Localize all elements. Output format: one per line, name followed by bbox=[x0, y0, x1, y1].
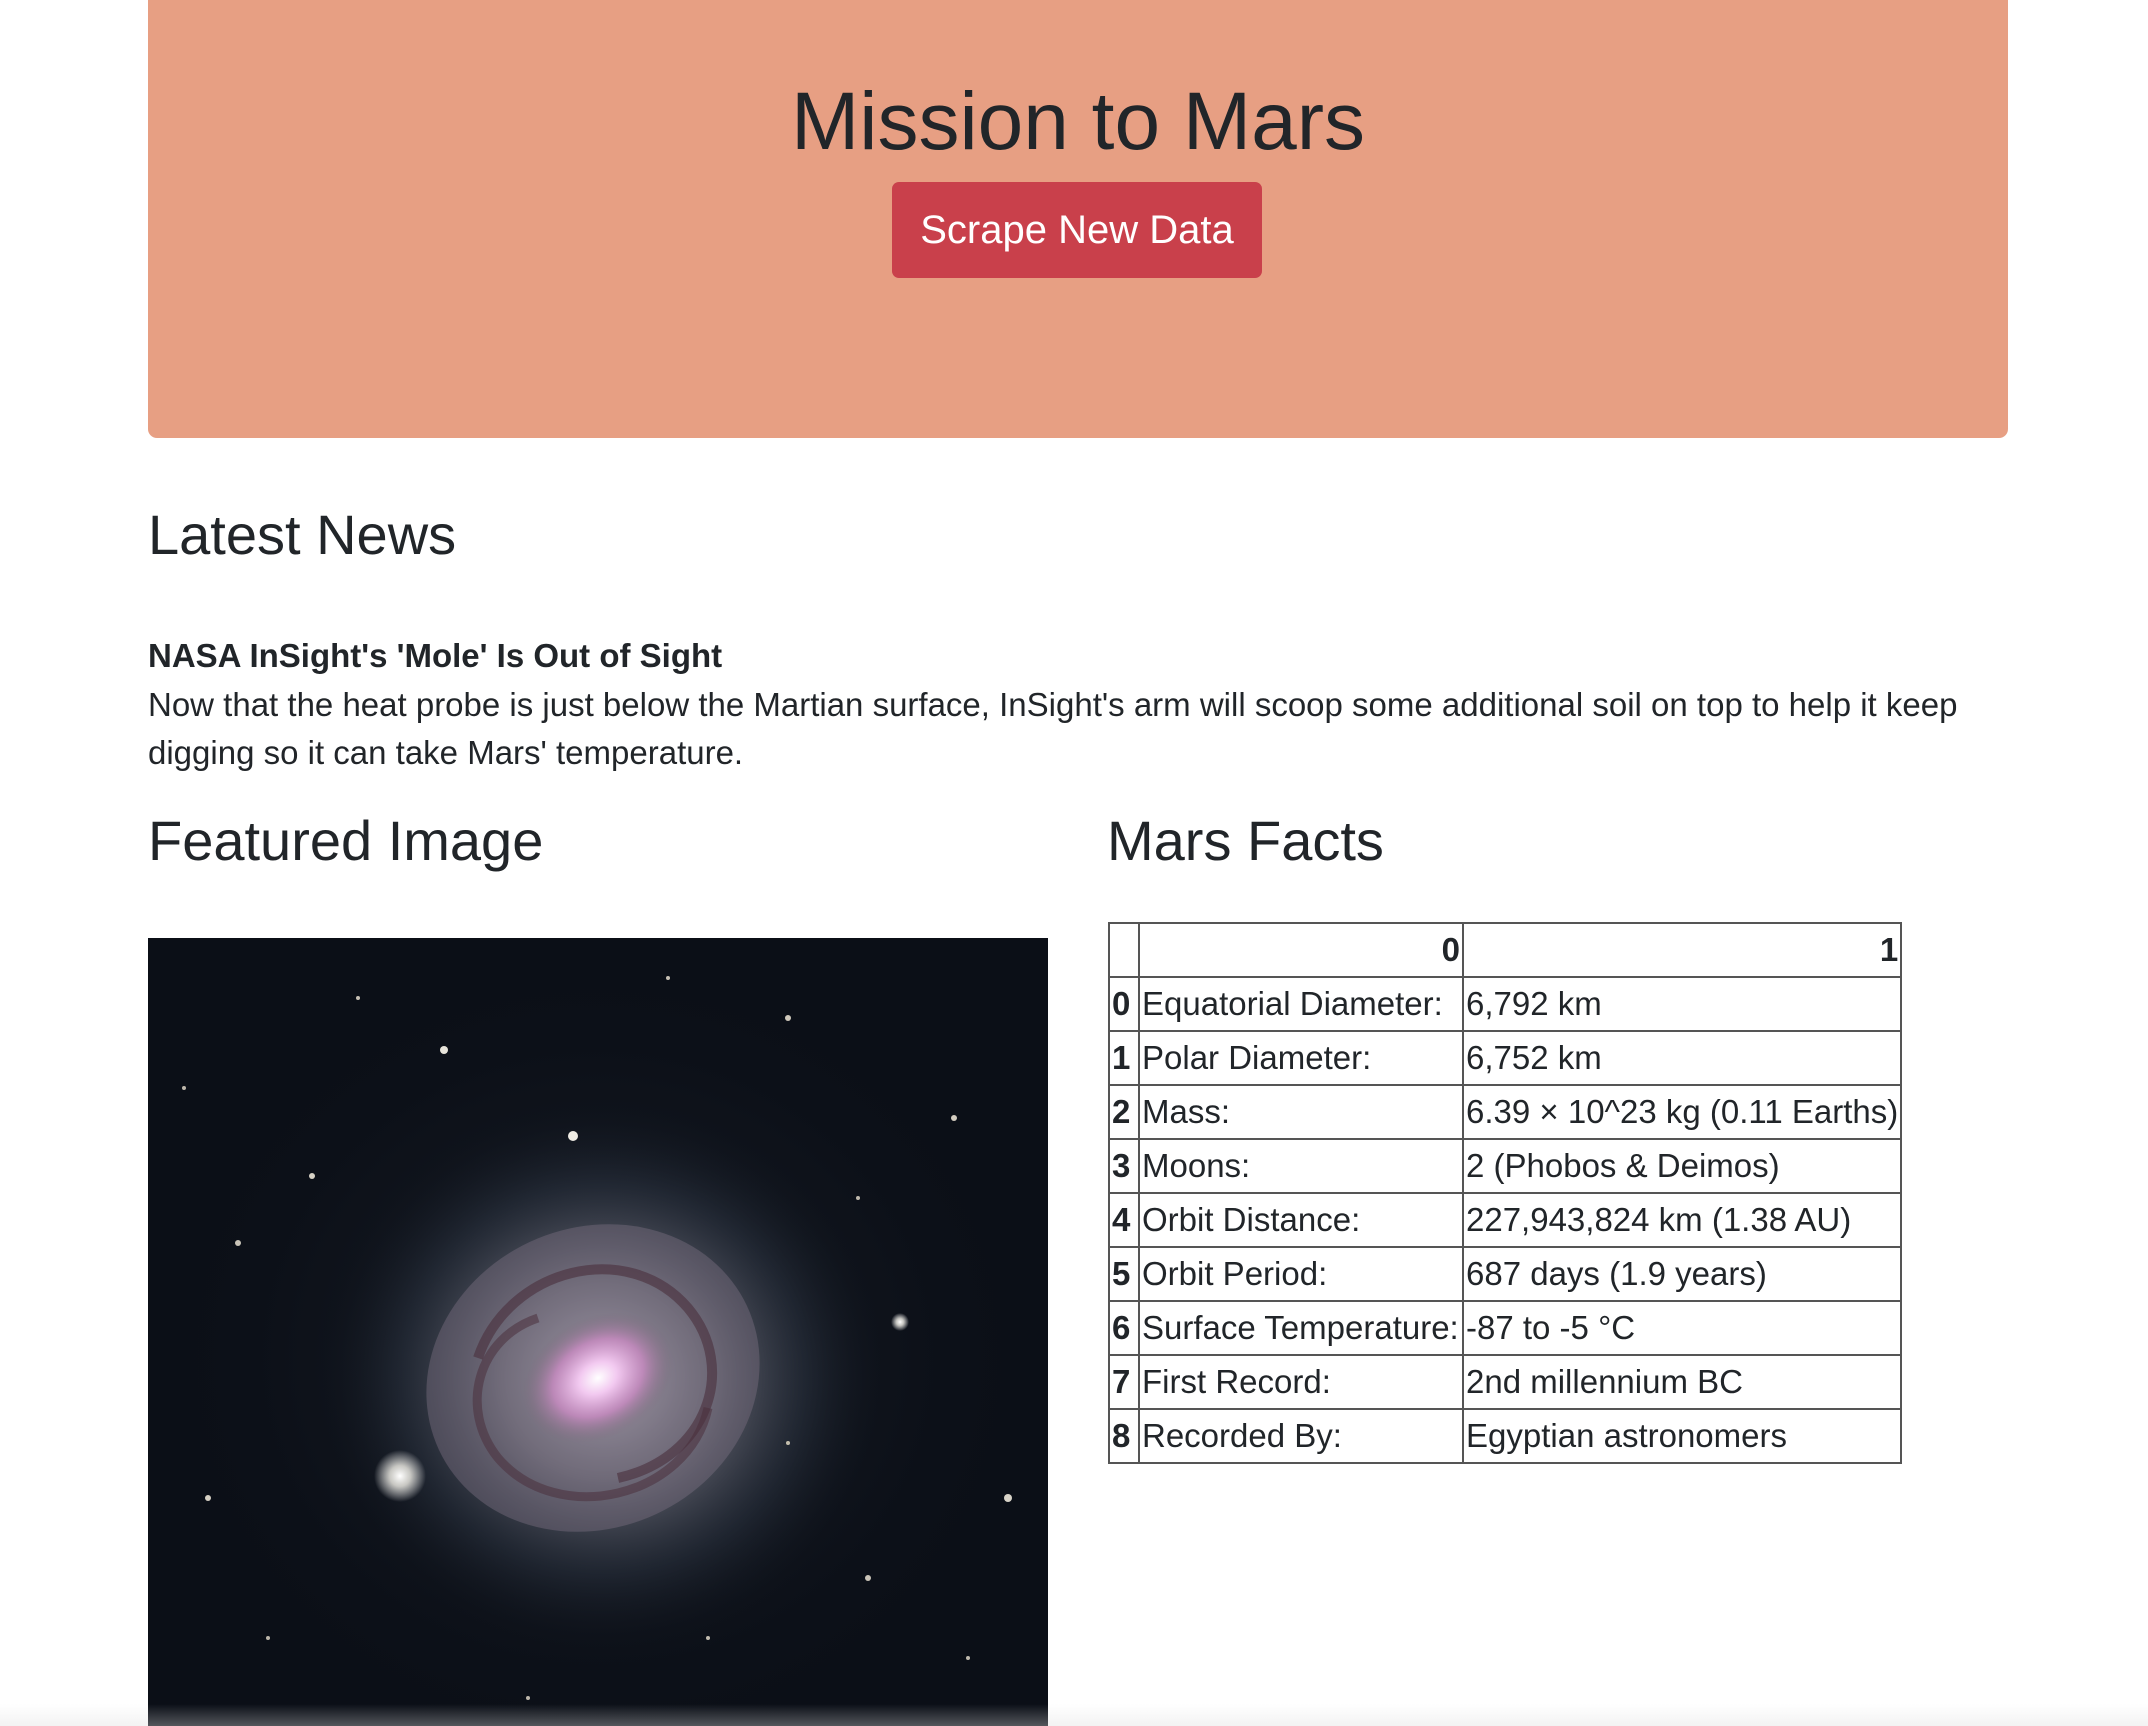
fact-value: 2nd millennium BC bbox=[1461, 1354, 1903, 1410]
row-index: 2 bbox=[1108, 1084, 1140, 1140]
fact-label: Moons: bbox=[1138, 1138, 1464, 1194]
table-row: 5 Orbit Period: 687 days (1.9 years) bbox=[1108, 1246, 1903, 1302]
row-index: 5 bbox=[1108, 1246, 1140, 1302]
table-header-cell: 1 bbox=[1461, 922, 1903, 978]
fact-label: Recorded By: bbox=[1138, 1408, 1464, 1464]
fact-label: Polar Diameter: bbox=[1138, 1030, 1464, 1086]
row-index: 6 bbox=[1108, 1300, 1140, 1356]
fact-label: Mass: bbox=[1138, 1084, 1464, 1140]
table-row: 2 Mass: 6.39 × 10^23 kg (0.11 Earths) bbox=[1108, 1084, 1903, 1140]
fact-label: First Record: bbox=[1138, 1354, 1464, 1410]
row-index: 3 bbox=[1108, 1138, 1140, 1194]
fact-value: 6,752 km bbox=[1461, 1030, 1903, 1086]
fact-label: Equatorial Diameter: bbox=[1138, 976, 1464, 1032]
row-index: 1 bbox=[1108, 1030, 1140, 1086]
fact-value: 227,943,824 km (1.38 AU) bbox=[1461, 1192, 1903, 1248]
table-row: 0 Equatorial Diameter: 6,792 km bbox=[1108, 976, 1903, 1032]
table-header-cell: 0 bbox=[1138, 922, 1464, 978]
latest-news-heading: Latest News bbox=[148, 503, 457, 566]
table-row: 3 Moons: 2 (Phobos & Deimos) bbox=[1108, 1138, 1903, 1194]
fact-value: 6,792 km bbox=[1461, 976, 1903, 1032]
fact-value: 2 (Phobos & Deimos) bbox=[1461, 1138, 1903, 1194]
fact-label: Orbit Period: bbox=[1138, 1246, 1464, 1302]
table-header-cell bbox=[1108, 922, 1140, 978]
row-index: 8 bbox=[1108, 1408, 1140, 1464]
mars-facts-table: 0 1 0 Equatorial Diameter: 6,792 km 1 Po… bbox=[1108, 922, 1903, 1464]
featured-image-heading: Featured Image bbox=[148, 809, 544, 872]
table-row: 1 Polar Diameter: 6,752 km bbox=[1108, 1030, 1903, 1086]
mars-facts-heading: Mars Facts bbox=[1107, 809, 1384, 872]
table-header-row: 0 1 bbox=[1108, 922, 1903, 978]
table-row: 8 Recorded By: Egyptian astronomers bbox=[1108, 1408, 1903, 1464]
table-row: 7 First Record: 2nd millennium BC bbox=[1108, 1354, 1903, 1410]
scrape-new-data-button[interactable]: Scrape New Data bbox=[892, 182, 1262, 278]
page-title: Mission to Mars bbox=[790, 76, 1366, 167]
fact-value: Egyptian astronomers bbox=[1461, 1408, 1903, 1464]
row-index: 7 bbox=[1108, 1354, 1140, 1410]
fact-label: Orbit Distance: bbox=[1138, 1192, 1464, 1248]
fact-label: Surface Temperature: bbox=[1138, 1300, 1464, 1356]
fact-value: 687 days (1.9 years) bbox=[1461, 1246, 1903, 1302]
table-row: 4 Orbit Distance: 227,943,824 km (1.38 A… bbox=[1108, 1192, 1903, 1248]
news-paragraph: Now that the heat probe is just below th… bbox=[148, 686, 1958, 771]
news-title: NASA InSight's 'Mole' Is Out of Sight bbox=[148, 637, 723, 674]
row-index: 4 bbox=[1108, 1192, 1140, 1248]
featured-galaxy-image bbox=[148, 938, 1048, 1726]
table-row: 6 Surface Temperature: -87 to -5 °C bbox=[1108, 1300, 1903, 1356]
fact-value: 6.39 × 10^23 kg (0.11 Earths) bbox=[1461, 1084, 1903, 1140]
jumbotron-header: Mission to Mars Scrape New Data bbox=[148, 0, 2008, 438]
page: Mission to Mars Scrape New Data Latest N… bbox=[0, 0, 2148, 1726]
fact-value: -87 to -5 °C bbox=[1461, 1300, 1903, 1356]
window-bottom-edge bbox=[0, 1704, 2148, 1726]
row-index: 0 bbox=[1108, 976, 1140, 1032]
galaxy-image-art bbox=[148, 938, 1048, 1726]
